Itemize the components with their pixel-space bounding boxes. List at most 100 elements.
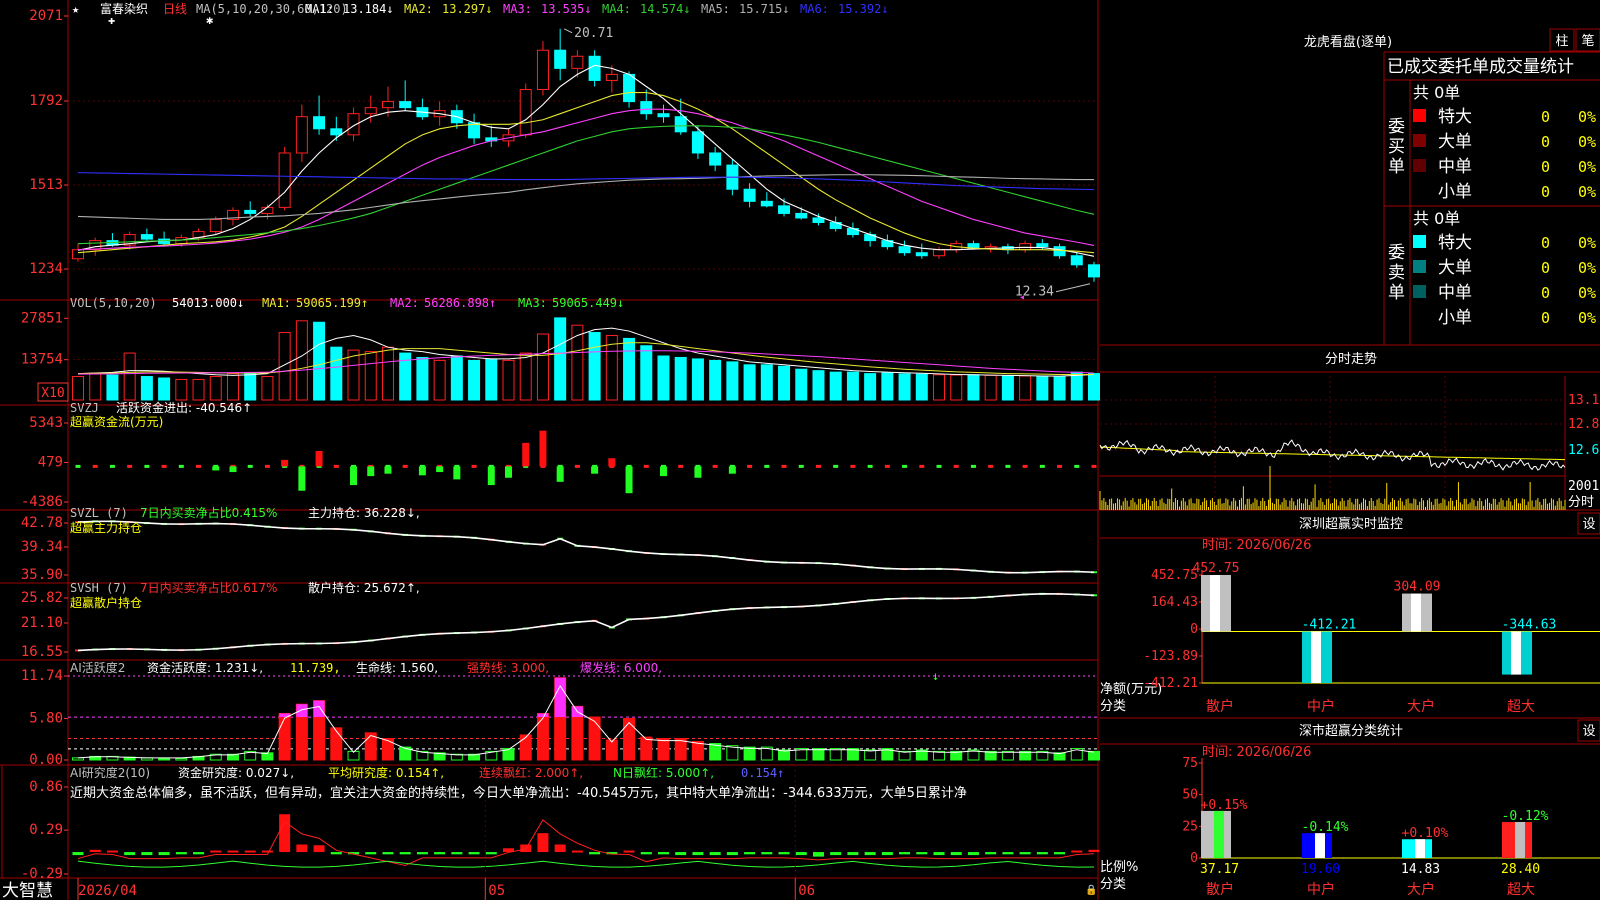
svsh-label: SVSH (7): [70, 581, 128, 595]
ai-research-bar: [451, 852, 463, 855]
volume-panel[interactable]: 27851 13754 X10: [21, 310, 1100, 402]
candle: [554, 49, 567, 69]
svzj-baseline-dot: [953, 464, 959, 468]
sell-row-label: 特大: [1438, 233, 1472, 253]
candle: [1070, 255, 1083, 266]
svzj-baseline-dot: [333, 464, 339, 468]
ai-active-bar: [381, 738, 394, 761]
x-axis-label: 06: [798, 883, 815, 899]
lock-icon[interactable]: 🔒: [1085, 884, 1097, 896]
ai-active-tick: 11.74: [21, 668, 63, 684]
sz-monitor-bar: [1302, 631, 1332, 683]
svzj-baseline-dot: [867, 464, 873, 468]
air-t2: 平均研究度: 0.154↑,: [328, 765, 444, 780]
candle: [1019, 243, 1032, 251]
ai-research-bar: [881, 852, 893, 856]
sz-class-settings-label: 设: [1582, 724, 1595, 739]
volume-bar: [330, 346, 343, 401]
intraday-tick: 13.14: [1568, 393, 1600, 408]
sell-swatch: [1413, 235, 1426, 248]
volume-bar: [364, 351, 377, 401]
svzj-baseline-dot: [712, 464, 718, 468]
svzl-panel[interactable]: 42.78 39.34 35.90: [21, 515, 1097, 583]
x-axis-label: 05: [488, 883, 505, 899]
svzj-header: SVZJ 活跃资金进出: -40.546↑ 超赢资金流(万元): [70, 400, 252, 429]
buy-row-count: 0: [1541, 133, 1550, 151]
ai-research-bar: [864, 852, 876, 856]
buy-total: 共 0单: [1413, 83, 1460, 102]
ai-research-bar: [175, 852, 187, 855]
sz-monitor-chart[interactable]: 452.75 164.43 0 -123.89 -412.21 452.75 散户 -412.…: [1143, 561, 1600, 715]
longhu-header: 龙虎看盘(逐单) 柱 笔 已成交委托单成交量统计: [1304, 28, 1600, 77]
ai-active-bar: [588, 716, 601, 761]
volume-bar: [192, 378, 205, 401]
svzj-baseline-dot: [264, 464, 270, 468]
svzj-baseline-dot: [574, 464, 580, 468]
ma-header-value: 13.184↓: [343, 2, 394, 16]
ai-research-bar: [485, 852, 497, 855]
candle: [605, 73, 618, 81]
sell-row-count: 0: [1541, 234, 1550, 252]
intraday-title: 分时走势: [1325, 351, 1377, 367]
ai-active-burst-bar: [313, 700, 325, 718]
ai-research-bar: [778, 852, 790, 855]
ai-research-tick: 0.86: [29, 779, 63, 795]
price-tick: 2071: [29, 8, 63, 24]
ai-active-bar: [158, 758, 171, 761]
price-panel[interactable]: 207117921513123420.7112.34◂: [29, 8, 1100, 303]
ma-line-ma1: [77, 64, 1095, 257]
down-arrow-icon: ↓: [932, 669, 939, 683]
svzj-baseline-dot: [884, 464, 890, 468]
sz-monitor-tick: -412.21: [1143, 676, 1198, 691]
star-icon[interactable]: ★: [72, 2, 79, 16]
volume-bar: [295, 320, 308, 401]
air-t4: N日飘红: 5.000↑,: [613, 765, 714, 780]
candle: [743, 188, 756, 202]
buy-side-char: 买: [1388, 137, 1405, 157]
sell-row-label: 大单: [1438, 258, 1472, 278]
ai-active-panel[interactable]: 11.74 5.80 0.00 ↓: [21, 668, 1100, 768]
sz-class-value-label: 28.40: [1501, 862, 1540, 877]
ai-active-bar: [640, 736, 653, 761]
svzj-bar: [350, 466, 358, 486]
volume-bar: [864, 373, 877, 401]
ai-research-bar: [193, 852, 205, 855]
high-label: 20.71: [574, 26, 613, 41]
sz-class-bar-highlight: [1515, 822, 1525, 858]
svzj-bar: [384, 466, 392, 474]
svzj-panel[interactable]: 5343 479 -4386: [21, 415, 1097, 510]
sz-class-chart[interactable]: 75 50 25 0 +0.15% 37.17 散户 -0.14% 19.60 中户 +0.10% 1…: [1182, 756, 1600, 898]
ma-header-name: MA4:: [602, 2, 631, 16]
sz-monitor-value-label: -412.21: [1302, 618, 1357, 633]
sz-monitor-bar: [1201, 575, 1231, 632]
volume-bar: [123, 352, 136, 401]
svzl-subtitle: 超赢主力持仓: [70, 520, 142, 535]
vol-ma-value: 59065.449↓: [552, 296, 624, 310]
candle: [399, 101, 412, 109]
svzj-bar: [608, 458, 616, 467]
buy-row-count: 0: [1541, 183, 1550, 201]
main-chart-area[interactable]: 207117921513123420.7112.34◂ 2785113754X1…: [0, 0, 1600, 900]
ai-research-bar: [847, 852, 859, 856]
asterisk-icon: ✱: [206, 13, 213, 27]
candle: [519, 89, 532, 136]
ma-header-name: MA6:: [800, 2, 829, 16]
svzj-baseline-dot: [196, 464, 202, 468]
ai-research-bar: [1019, 852, 1031, 855]
svzj-baseline-dot: [75, 464, 81, 468]
air-t5: 0.154↑: [741, 766, 784, 780]
sz-class-category: 中户: [1307, 881, 1335, 898]
candle: [657, 113, 670, 118]
brand-label: 大智慧: [2, 881, 53, 900]
candle: [244, 209, 257, 214]
sz-monitor-bar-highlight: [1210, 575, 1220, 632]
svsh-panel[interactable]: 25.82 21.10 16.55: [21, 590, 1097, 660]
intraday-chart[interactable]: 13.14 12.88 12.62 2001分时: [1099, 376, 1600, 510]
volume-bar: [1019, 375, 1032, 401]
svzj-bar: [591, 466, 599, 474]
buy-row-pct: 0%: [1578, 133, 1596, 151]
svzj-tick: -4386: [21, 494, 63, 510]
ai-research-bar: [468, 852, 480, 855]
ai-research-bar: [124, 852, 136, 856]
sz-class-bar-highlight: [1415, 839, 1425, 858]
